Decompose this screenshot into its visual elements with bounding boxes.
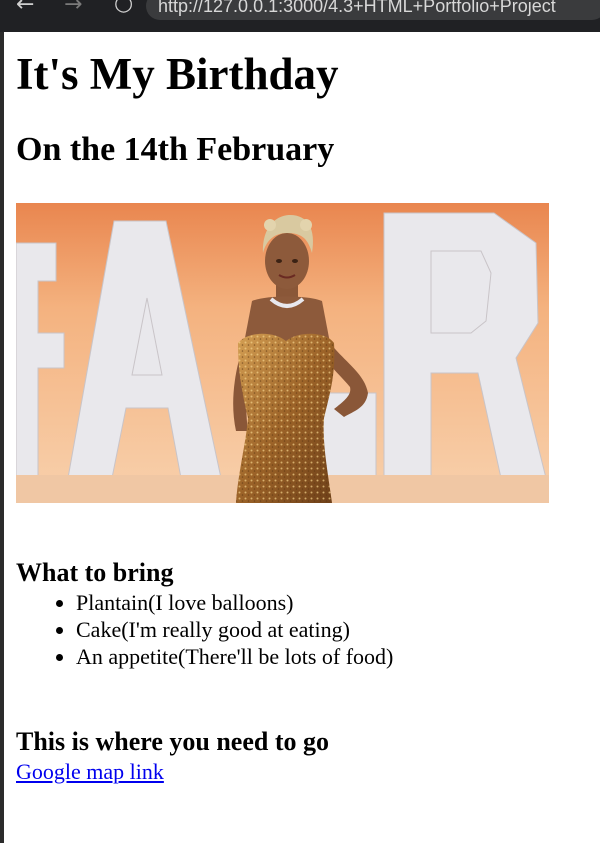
birthday-photo <box>16 203 549 503</box>
google-map-link[interactable]: Google map link <box>16 759 164 785</box>
browser-toolbar: ← → ○ http://127.0.0.1:3000/4.3+HTML+Por… <box>0 0 600 32</box>
page-title: It's My Birthday <box>16 49 339 99</box>
reload-icon[interactable]: ○ <box>114 0 133 15</box>
forward-arrow-icon[interactable]: → <box>64 0 82 16</box>
page-subtitle: On the 14th February <box>16 131 335 168</box>
what-to-bring-heading: What to bring <box>16 558 174 587</box>
back-arrow-icon[interactable]: ← <box>16 0 34 16</box>
list-item: Cake(I'm really good at eating) <box>76 616 393 643</box>
person-photo-illustration <box>16 203 549 503</box>
bring-list: Plantain(I love balloons) Cake(I'm reall… <box>16 589 393 670</box>
list-item: An appetite(There'll be lots of food) <box>76 643 393 670</box>
directions-heading: This is where you need to go <box>16 727 329 756</box>
list-item: Plantain(I love balloons) <box>76 589 393 616</box>
address-bar[interactable]: http://127.0.0.1:3000/4.3+HTML+Portfolio… <box>146 0 600 20</box>
window-edge <box>0 0 4 843</box>
page-content: It's My Birthday On the 14th February Wh… <box>16 32 600 784</box>
